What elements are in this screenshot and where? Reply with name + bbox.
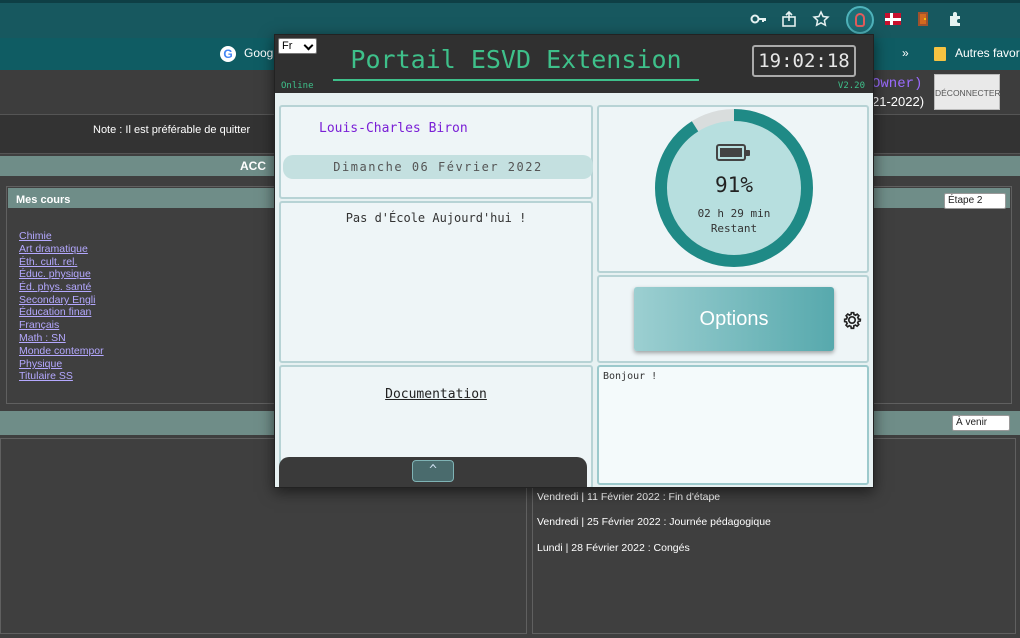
documentation-link[interactable]: Documentation	[275, 387, 597, 402]
toolbar-top-strip	[0, 0, 1020, 3]
battery-icon	[716, 144, 750, 161]
course-link[interactable]: Math : SN	[19, 332, 66, 344]
collapse-button[interactable]: ^	[412, 460, 454, 482]
popup-header: Fr Portail ESVD Extension 19:02:18 Onlin…	[275, 35, 873, 93]
bookmarks-overflow-chevron[interactable]: »	[902, 46, 909, 60]
bookmark-other-favorites[interactable]: Autres favor	[955, 46, 1020, 60]
language-value: Fr	[282, 40, 293, 52]
bookmark-google[interactable]: Goog	[244, 46, 273, 60]
courses-title: Mes cours	[16, 194, 71, 206]
course-link[interactable]: Titulaire SS	[19, 370, 73, 382]
course-link[interactable]: Monde contempor	[19, 345, 104, 357]
user-card	[279, 105, 593, 199]
clock: 19:02:18	[752, 45, 856, 77]
browser-toolbar	[0, 0, 1020, 38]
battery-time-remaining: 02 h 29 min	[697, 207, 771, 220]
accueil-title: ACC	[240, 159, 266, 173]
puzzle-extensions-icon[interactable]	[947, 10, 965, 28]
current-date: Dimanche 06 Février 2022	[283, 155, 593, 179]
user-role-fragment: Owner)	[872, 76, 923, 92]
connection-status: Online	[281, 81, 314, 91]
version-label: V2.20	[837, 81, 865, 91]
portal-note: Note : Il est préférable de quitter	[93, 124, 251, 136]
course-link[interactable]: Art dramatique	[19, 243, 88, 255]
gear-icon[interactable]	[841, 309, 863, 331]
course-link[interactable]: Éth. cult. rel.	[19, 256, 77, 268]
collapse-bar: ^	[279, 457, 587, 487]
event-item: Vendredi | 11 Février 2022 : Fin d'étape	[537, 491, 721, 503]
event-item: Vendredi | 25 Février 2022 : Journée péd…	[537, 516, 771, 528]
star-icon[interactable]	[812, 10, 830, 28]
user-name: Louis-Charles Biron	[319, 121, 468, 136]
share-icon[interactable]	[780, 10, 798, 28]
course-link[interactable]: Physique	[19, 358, 62, 370]
folder-icon	[934, 47, 946, 61]
notes-textarea[interactable]: Bonjour !	[597, 365, 869, 485]
battery-percent: 91%	[715, 173, 753, 197]
event-item: Lundi | 28 Février 2022 : Congés	[537, 542, 690, 554]
battery-remaining-label: Restant	[710, 222, 758, 235]
flag-extension-icon[interactable]	[884, 10, 902, 28]
language-select[interactable]: Fr	[278, 38, 317, 54]
key-icon[interactable]	[750, 10, 768, 28]
options-button[interactable]: Options	[634, 287, 834, 351]
google-icon[interactable]: G	[220, 46, 236, 62]
schedule-message: Pas d'École Aujourd'hui !	[345, 211, 527, 225]
schedule-card	[279, 201, 593, 363]
stage-select[interactable]: Étape 2	[944, 193, 1006, 209]
upcoming-select[interactable]: À venir	[952, 415, 1010, 431]
course-link[interactable]: Français	[19, 319, 59, 331]
logout-button[interactable]: DÉCONNECTER	[934, 74, 1001, 110]
extension-active-icon[interactable]	[846, 6, 874, 34]
door-extension-icon[interactable]	[915, 10, 933, 28]
popup-title: Portail ESVD Extension	[333, 43, 699, 81]
course-link[interactable]: Éducation finan	[19, 306, 91, 318]
course-link[interactable]: Secondary Engli	[19, 294, 95, 306]
course-link[interactable]: Éd. phys. santé	[19, 281, 91, 293]
school-year-fragment: 21-2022)	[872, 94, 925, 109]
course-link[interactable]: Chimie	[19, 230, 52, 242]
course-link[interactable]: Éduc. physique	[19, 268, 91, 280]
extension-popup: Fr Portail ESVD Extension 19:02:18 Onlin…	[274, 34, 874, 488]
